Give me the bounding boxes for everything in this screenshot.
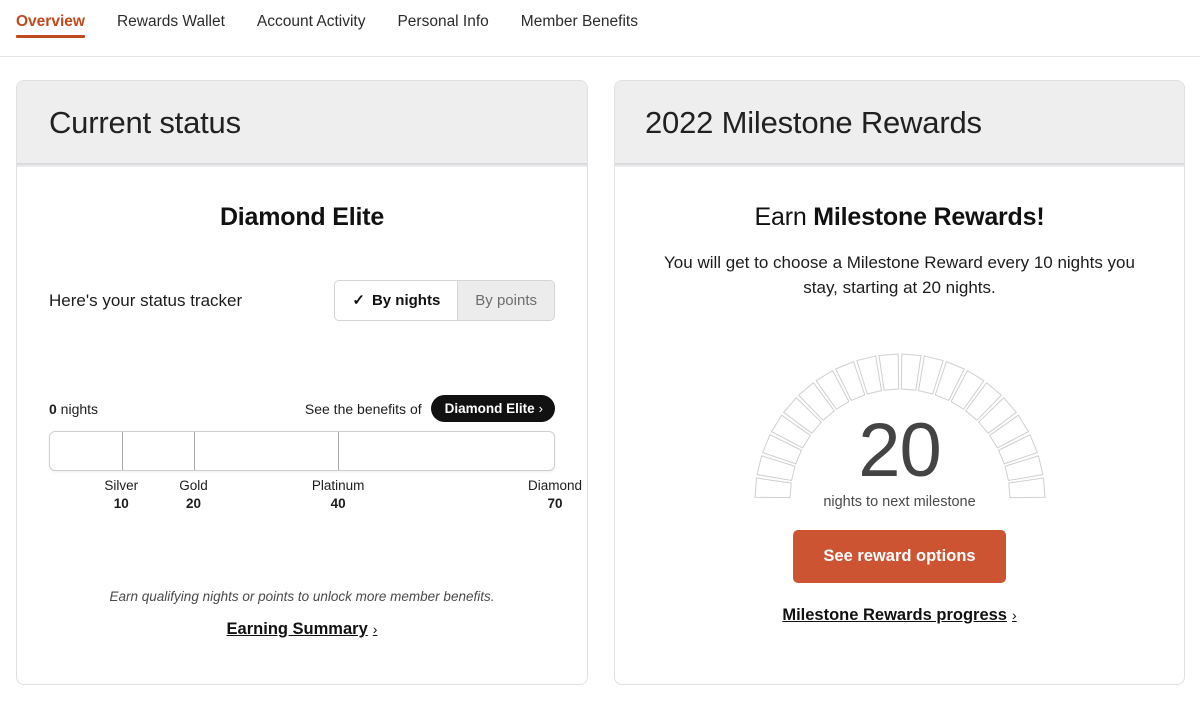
milestone-rewards-body: Earn Milestone Rewards! You will get to … — [615, 203, 1184, 625]
tab-personal-info[interactable]: Personal Info — [381, 12, 504, 46]
meter-tier-name: Diamond — [527, 478, 583, 493]
status-meter-tier-labels: Silver 10 Gold 20 Platinum 40 Diamond 70 — [49, 477, 582, 521]
toggle-by-nights[interactable]: ✓ By nights — [335, 281, 459, 320]
current-status-card: Current status Diamond Elite Here's your… — [16, 80, 588, 685]
chevron-right-icon: › — [372, 621, 378, 637]
meter-tier-value: 70 — [547, 496, 563, 511]
earning-summary-link[interactable]: Earning Summary › — [227, 620, 378, 639]
milestone-headline-prefix: Earn — [754, 203, 814, 231]
cards-container: Current status Diamond Elite Here's your… — [0, 57, 1200, 685]
status-footnote: Earn qualifying nights or points to unlo… — [109, 589, 495, 604]
header-divider — [17, 164, 587, 167]
tab-account-activity[interactable]: Account Activity — [241, 12, 382, 46]
gauge-segment — [900, 353, 922, 391]
meter-tier-name: Platinum — [311, 478, 365, 493]
chevron-right-icon: › — [1011, 607, 1017, 623]
gauge-number: 20 — [858, 408, 942, 493]
milestone-description: You will get to choose a Milestone Rewar… — [664, 253, 1135, 297]
toggle-by-points[interactable]: By points — [458, 281, 554, 320]
tab-member-benefits[interactable]: Member Benefits — [505, 12, 654, 46]
meter-tier-gold: Gold 20 — [179, 477, 208, 513]
check-icon: ✓ — [352, 292, 365, 309]
current-status-card-header: Current status — [17, 81, 587, 164]
tab-personal-info-label: Personal Info — [397, 13, 489, 30]
see-reward-options-button[interactable]: See reward options — [793, 530, 1006, 583]
status-tier-name: Diamond Elite — [219, 203, 385, 231]
meter-divider-gold — [194, 432, 195, 470]
diamond-elite-benefits-pill[interactable]: Diamond Elite › — [430, 395, 555, 422]
benefits-prefix-label: See the benefits of — [304, 400, 422, 417]
meter-tier-name: Silver — [104, 478, 139, 493]
milestone-gauge: 20 nights to next milestone — [740, 337, 1060, 512]
meter-divider-platinum — [338, 432, 339, 470]
meter-header-row: 0 nights See the benefits of Diamond Eli… — [49, 395, 555, 422]
meter-tier-silver: Silver 10 — [104, 477, 138, 513]
milestone-rewards-title: 2022 Milestone Rewards — [645, 105, 982, 140]
meter-tier-value: 20 — [186, 496, 202, 511]
gauge-center-readout: 20 nights to next milestone — [740, 408, 1060, 511]
meter-tier-platinum: Platinum 40 — [312, 477, 365, 513]
meter-tier-value: 40 — [330, 496, 346, 511]
milestone-rewards-card: 2022 Milestone Rewards Earn Milestone Re… — [614, 80, 1185, 685]
toggle-by-points-label: By points — [475, 292, 537, 309]
earning-summary-label: Earning Summary — [226, 620, 368, 638]
meter-tier-diamond: Diamond 70 — [528, 477, 582, 513]
meter-tier-name: Gold — [179, 478, 208, 493]
milestone-rewards-card-header: 2022 Milestone Rewards — [615, 81, 1184, 164]
milestone-progress-row: Milestone Rewards progress › — [647, 606, 1152, 625]
meter-tier-value: 10 — [113, 496, 129, 511]
active-tab-indicator — [16, 35, 85, 38]
header-divider — [615, 164, 1184, 167]
tab-overview[interactable]: Overview — [16, 12, 101, 46]
current-status-body: Diamond Elite Here's your status tracker… — [17, 203, 587, 639]
tab-account-activity-label: Account Activity — [256, 13, 366, 30]
status-tracker-label: Here's your status tracker — [49, 290, 243, 310]
toggle-by-nights-label: By nights — [371, 292, 441, 309]
tab-rewards-wallet-label: Rewards Wallet — [116, 13, 225, 30]
tab-member-benefits-label: Member Benefits — [520, 13, 638, 30]
gauge-caption: nights to next milestone — [823, 494, 976, 510]
diamond-elite-pill-label: Diamond Elite — [444, 401, 535, 416]
nights-count-unit: nights — [56, 400, 99, 417]
earning-summary-row: Earning Summary › — [49, 620, 555, 639]
tracker-mode-toggle: ✓ By nights By points — [334, 280, 555, 321]
milestone-rewards-progress-label: Milestone Rewards progress — [782, 606, 1007, 624]
cta-row: See reward options — [647, 530, 1152, 583]
status-tracker-row: Here's your status tracker ✓ By nights B… — [49, 280, 555, 321]
milestone-headline-strong: Milestone Rewards! — [813, 203, 1045, 231]
chevron-right-icon: › — [538, 401, 543, 416]
primary-tab-bar: Overview Rewards Wallet Account Activity… — [0, 0, 1200, 57]
milestone-headline: Earn Milestone Rewards! — [647, 203, 1152, 232]
nights-count: 0 nights — [49, 401, 98, 417]
status-progress-meter[interactable] — [49, 431, 555, 471]
tab-rewards-wallet[interactable]: Rewards Wallet — [101, 12, 241, 46]
meter-divider-silver — [122, 432, 123, 470]
milestone-rewards-progress-link[interactable]: Milestone Rewards progress › — [782, 606, 1016, 625]
nights-count-value: 0 — [49, 400, 57, 417]
gauge-segment — [877, 353, 899, 391]
tab-overview-label: Overview — [16, 13, 85, 30]
benefits-line: See the benefits of Diamond Elite › — [305, 395, 555, 422]
current-status-title: Current status — [49, 105, 241, 140]
